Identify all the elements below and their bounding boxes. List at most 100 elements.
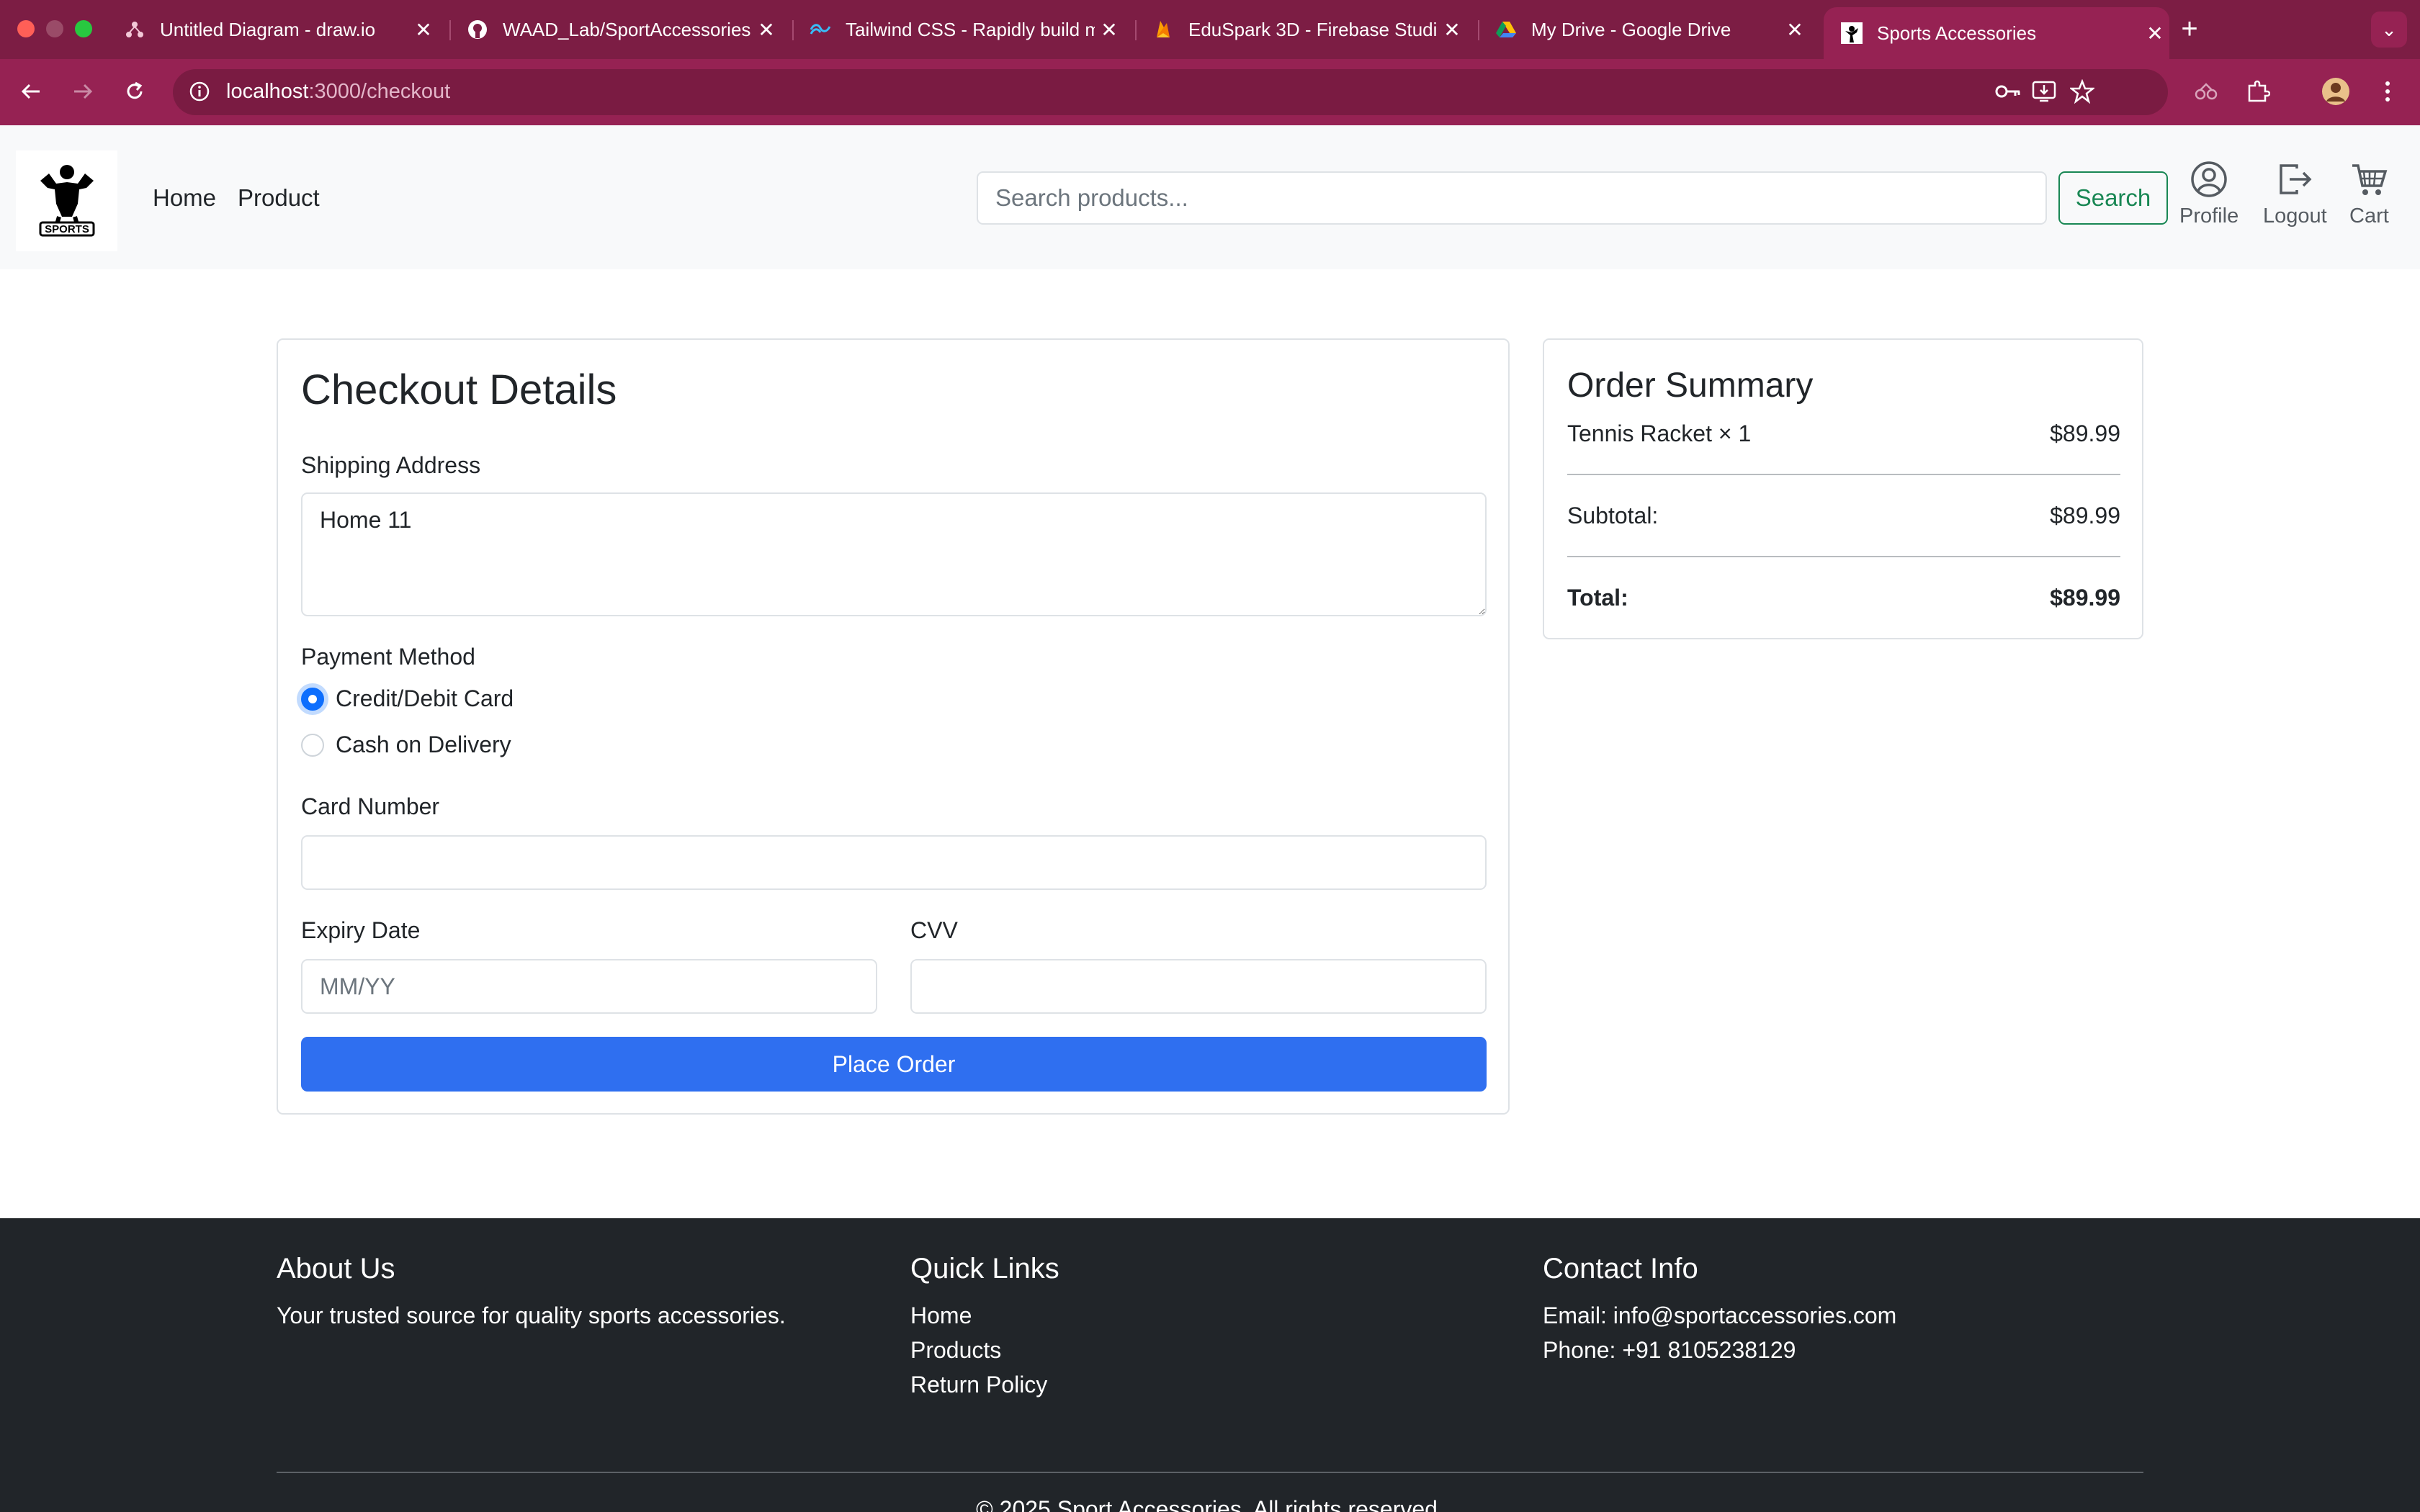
footer-email: Email: info@sportaccessories.com <box>1543 1302 1897 1328</box>
radio-cod[interactable] <box>301 733 324 757</box>
footer-about-heading: About Us <box>277 1253 395 1284</box>
footer-about-text: Your trusted source for quality sports a… <box>277 1302 786 1328</box>
address-bar[interactable]: localhost:3000/checkout <box>173 69 2168 115</box>
install-app-icon[interactable] <box>2031 79 2057 107</box>
avatar[interactable] <box>2318 73 2354 109</box>
footer-phone: Phone: +91 8105238129 <box>1543 1337 1796 1363</box>
radio-card[interactable] <box>301 687 324 711</box>
tab-close-icon[interactable]: ✕ <box>409 18 438 42</box>
nav-link-home[interactable]: Home <box>153 184 216 212</box>
cvv-label: CVV <box>910 917 958 943</box>
subtotal-value: $89.99 <box>2050 503 2120 528</box>
footer-contact: Contact Info Email: info@sportaccessorie… <box>1543 1253 1896 1367</box>
footer-link-products[interactable]: Products <box>910 1333 1059 1367</box>
checkout-card: Checkout Details Shipping Address Paymen… <box>277 338 1510 1115</box>
payment-option-label: Credit/Debit Card <box>336 685 514 711</box>
summary-divider <box>1567 556 2120 557</box>
browser-tab[interactable]: Untitled Diagram - draw.io ✕ <box>107 10 438 49</box>
profile-label: Profile <box>2179 204 2239 228</box>
tab-close-icon[interactable]: ✕ <box>2141 22 2169 45</box>
footer-links-heading: Quick Links <box>910 1253 1059 1284</box>
site-logo[interactable]: SPORTS <box>16 150 117 251</box>
reload-icon[interactable] <box>117 73 153 109</box>
shipping-address-label: Shipping Address <box>301 452 481 478</box>
summary-divider <box>1567 474 2120 475</box>
url-text: localhost:3000/checkout <box>226 80 451 103</box>
footer-contact-heading: Contact Info <box>1543 1253 1698 1284</box>
site-info-icon[interactable] <box>187 79 212 107</box>
footer-quick-links: Quick Links Home Products Return Policy <box>910 1253 1059 1402</box>
total-label: Total: <box>1567 585 1628 611</box>
shipping-address-field[interactable] <box>301 492 1487 616</box>
new-tab-button[interactable]: + <box>2174 13 2205 45</box>
tab-close-icon[interactable]: ✕ <box>1780 18 1809 42</box>
browser-tab-bar: Untitled Diagram - draw.io ✕ WAAD_Lab/Sp… <box>0 0 2420 59</box>
total-value: $89.99 <box>2050 585 2120 611</box>
sports-logo-icon: SPORTS <box>39 165 94 237</box>
payment-option-card[interactable]: Credit/Debit Card <box>301 685 514 712</box>
password-key-icon[interactable] <box>1994 79 2022 107</box>
footer-link-return-policy[interactable]: Return Policy <box>910 1367 1059 1402</box>
order-item-price: $89.99 <box>2050 420 2120 446</box>
order-summary-card: Order Summary Tennis Racket × 1 $89.99 S… <box>1543 338 2143 639</box>
github-icon <box>467 19 488 40</box>
browser-tab[interactable]: WAAD_Lab/SportAccessories ✕ <box>449 10 781 49</box>
order-summary-title: Order Summary <box>1567 366 1814 405</box>
footer-divider <box>277 1472 2143 1473</box>
browser-tab[interactable]: Tailwind CSS - Rapidly build m ✕ <box>792 10 1124 49</box>
browser-toolbar: localhost:3000/checkout <box>0 59 2420 125</box>
tailwind-icon <box>810 19 831 40</box>
browser-tab[interactable]: My Drive - Google Drive ✕ <box>1478 10 1809 49</box>
cart-link[interactable]: Cart <box>2349 160 2389 228</box>
search-button[interactable]: Search <box>2058 171 2168 225</box>
place-order-button[interactable]: Place Order <box>301 1037 1487 1092</box>
window-zoom-button[interactable] <box>75 20 92 37</box>
drawio-icon <box>124 19 145 40</box>
window-minimize-button[interactable] <box>46 20 63 37</box>
tab-close-icon[interactable]: ✕ <box>752 18 781 42</box>
payment-option-cod[interactable]: Cash on Delivery <box>301 732 511 758</box>
forward-arrow-icon[interactable] <box>65 73 101 109</box>
bookmark-star-icon[interactable] <box>2069 78 2096 107</box>
expiry-date-field[interactable] <box>301 959 877 1014</box>
payment-method-label: Payment Method <box>301 644 475 670</box>
footer-link-home[interactable]: Home <box>910 1298 1059 1333</box>
svg-text:SPORTS: SPORTS <box>45 223 89 235</box>
expiry-date-label: Expiry Date <box>301 917 421 943</box>
cvv-field[interactable] <box>910 959 1487 1014</box>
logout-label: Logout <box>2263 204 2327 228</box>
site-navbar: SPORTS Home Product Search Profile Logou… <box>0 125 2420 269</box>
cart-icon <box>2352 164 2388 195</box>
search-input[interactable] <box>977 171 2047 225</box>
profile-link[interactable]: Profile <box>2179 160 2238 228</box>
profile-icon <box>2191 161 2227 197</box>
total-row: Total: $89.99 <box>1567 585 2120 611</box>
back-arrow-icon[interactable] <box>13 73 49 109</box>
order-item-row: Tennis Racket × 1 $89.99 <box>1567 420 2120 447</box>
checkout-title: Checkout Details <box>301 366 617 413</box>
footer-about: About Us Your trusted source for quality… <box>277 1253 786 1333</box>
window-close-button[interactable] <box>17 20 35 37</box>
browser-tab[interactable]: EduSpark 3D - Firebase Studi ✕ <box>1135 10 1466 49</box>
site-footer: About Us Your trusted source for quality… <box>0 1218 2420 1512</box>
sports-favicon <box>1841 22 1863 44</box>
order-item-name: Tennis Racket × 1 <box>1567 420 1752 446</box>
extension-icon[interactable] <box>2188 73 2224 109</box>
card-number-label: Card Number <box>301 793 440 819</box>
tab-close-icon[interactable]: ✕ <box>1438 18 1466 42</box>
nav-link-product[interactable]: Product <box>238 184 320 212</box>
google-drive-icon <box>1495 19 1517 40</box>
footer-copyright: © 2025 Sport Accessories. All rights res… <box>976 1496 1444 1512</box>
logout-icon <box>2280 164 2312 194</box>
tab-close-icon[interactable]: ✕ <box>1095 18 1124 42</box>
cart-label: Cart <box>2349 204 2389 228</box>
browser-menu-icon[interactable] <box>2370 73 2406 109</box>
logout-link[interactable]: Logout <box>2263 160 2327 228</box>
subtotal-row: Subtotal: $89.99 <box>1567 503 2120 529</box>
extensions-puzzle-icon[interactable] <box>2240 73 2276 109</box>
card-number-field[interactable] <box>301 835 1487 890</box>
firebase-icon <box>1152 19 1174 40</box>
subtotal-label: Subtotal: <box>1567 503 1659 528</box>
tab-search-chevron-icon[interactable]: ⌄ <box>2371 12 2407 48</box>
browser-tab-active[interactable]: Sports Accessories ✕ <box>1824 7 2169 59</box>
